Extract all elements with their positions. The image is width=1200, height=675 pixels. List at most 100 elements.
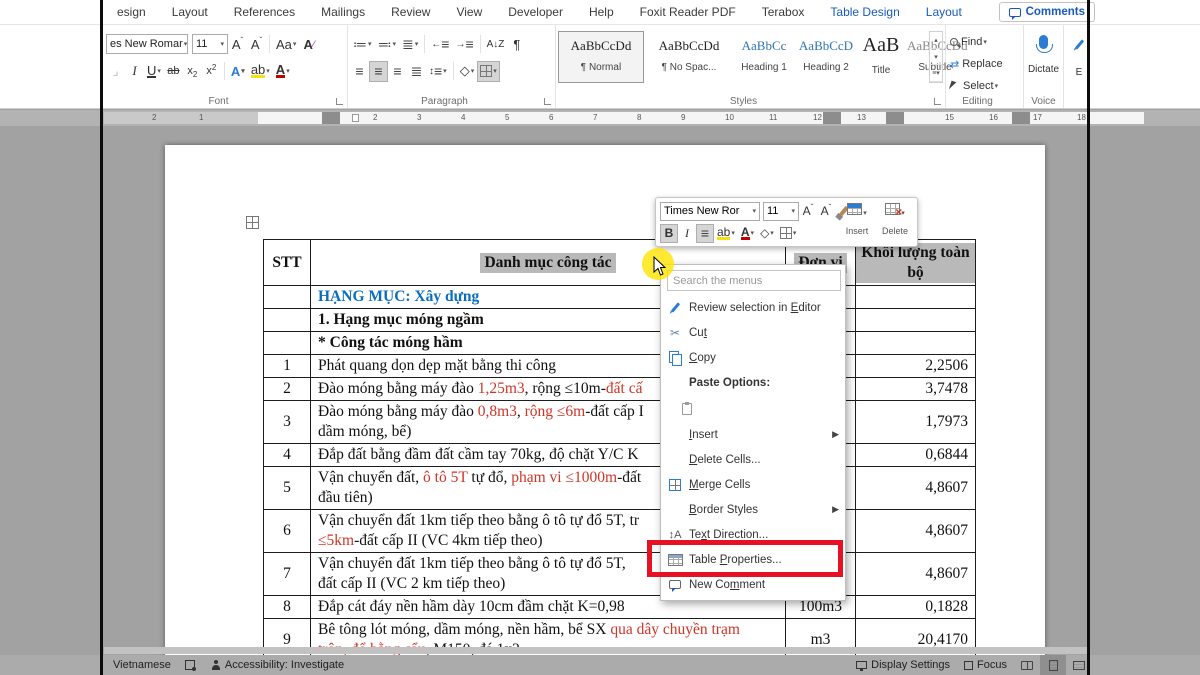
- justify-button[interactable]: ≣: [407, 61, 426, 82]
- mini-shrink-font-button[interactable]: Aˇ: [817, 202, 835, 221]
- quantity-cell[interactable]: [856, 332, 976, 355]
- quantity-cell[interactable]: [856, 286, 976, 309]
- quantity-table[interactable]: STTDanh mục công tácĐơn vịKhối lượng toà…: [263, 239, 976, 655]
- shrink-font-button[interactable]: Aˇ: [247, 34, 266, 55]
- focus-button[interactable]: Focus: [957, 655, 1014, 675]
- numbering-button[interactable]: ≕▾: [375, 34, 400, 55]
- styles-gallery-scroll[interactable]: ▴▾≡▾: [929, 31, 943, 83]
- menu-item-border-styles[interactable]: Border Styles▶: [661, 497, 845, 522]
- quantity-cell[interactable]: 1,7973: [856, 401, 976, 444]
- paragraph-marks-button[interactable]: ¶: [507, 34, 526, 55]
- style-card-heading-1[interactable]: AaBbCcHeading 1: [734, 31, 794, 83]
- align-center-button[interactable]: ≡: [369, 61, 388, 82]
- text-highlight-button[interactable]: ab▾: [248, 61, 273, 82]
- menu-search-input[interactable]: [667, 270, 841, 291]
- ribbon-tab-terabox[interactable]: Terabox: [749, 0, 818, 25]
- mini-highlight-button[interactable]: ab▾: [714, 224, 738, 243]
- find-button[interactable]: Find▾: [946, 31, 1023, 53]
- stt-cell[interactable]: 1: [264, 355, 311, 378]
- font-name-combo[interactable]: es New Romar▾: [106, 34, 188, 54]
- quantity-cell[interactable]: 4,8607: [856, 467, 976, 510]
- document-area[interactable]: STTDanh mục công tácĐơn vịKhối lượng toà…: [0, 126, 1200, 655]
- ribbon-tab-review[interactable]: Review: [378, 0, 443, 25]
- quantity-cell[interactable]: 3,7478: [856, 378, 976, 401]
- ruler-indent-marker[interactable]: [352, 114, 359, 122]
- ribbon-tab-help[interactable]: Help: [576, 0, 627, 25]
- horizontal-ruler[interactable]: 21234567891011121315161718: [104, 112, 1088, 124]
- mini-italic-button[interactable]: I: [678, 224, 696, 243]
- style-card-title[interactable]: AaBTitle: [858, 31, 904, 83]
- quantity-cell[interactable]: 0,6844: [856, 444, 976, 467]
- underline-button[interactable]: U▾: [144, 61, 164, 82]
- ribbon-tab-esign[interactable]: esign: [104, 0, 159, 25]
- mini-font-color-button[interactable]: A▾: [738, 224, 757, 243]
- style-card-heading-2[interactable]: AaBbCcDHeading 2: [796, 31, 856, 83]
- align-right-button[interactable]: ≡: [388, 61, 407, 82]
- menu-item-review-selection-in-editor[interactable]: Review selection in Editor: [661, 295, 845, 320]
- horizontal-scrollbar[interactable]: [104, 647, 1088, 654]
- increase-indent-button[interactable]: →≡: [452, 34, 476, 55]
- stt-cell[interactable]: 7: [264, 553, 311, 596]
- menu-item-new-comment[interactable]: New Comment: [661, 572, 845, 597]
- ruler-column-marker[interactable]: [886, 112, 904, 124]
- display-settings-button[interactable]: Display Settings: [849, 655, 957, 675]
- borders-button[interactable]: ▾: [477, 61, 500, 82]
- clear-formatting-button[interactable]: A⁄: [299, 34, 318, 55]
- stt-cell[interactable]: 5: [264, 467, 311, 510]
- stt-cell[interactable]: 3: [264, 401, 311, 444]
- menu-item-copy[interactable]: Copy: [661, 345, 845, 370]
- ribbon-tab-developer[interactable]: Developer: [495, 0, 576, 25]
- sort-button[interactable]: A↓Z: [484, 34, 508, 55]
- mini-grow-font-button[interactable]: Aˆ: [799, 202, 817, 221]
- line-spacing-button[interactable]: ↕≡▾: [426, 61, 450, 82]
- stt-cell[interactable]: [264, 286, 311, 309]
- mini-bold-button[interactable]: B: [660, 224, 678, 243]
- grow-font-button[interactable]: Aˆ: [228, 34, 247, 55]
- font-size-combo[interactable]: 11▾: [192, 34, 228, 54]
- menu-item-insert[interactable]: Insert▶: [661, 422, 845, 447]
- menu-item-cut[interactable]: ✂Cut: [661, 320, 845, 345]
- macro-record-button[interactable]: [178, 655, 204, 675]
- ribbon-tab-table-design[interactable]: Table Design: [817, 0, 912, 25]
- table-move-handle[interactable]: [246, 216, 259, 229]
- stt-cell[interactable]: 4: [264, 444, 311, 467]
- stt-cell[interactable]: [264, 309, 311, 332]
- bullets-button[interactable]: ≔▾: [350, 34, 375, 55]
- ribbon-tab-layout[interactable]: Layout: [159, 0, 221, 25]
- menu-item-text-direction[interactable]: ↕AText Direction...: [661, 522, 845, 547]
- mini-borders-button[interactable]: ▾: [777, 224, 800, 243]
- quantity-cell[interactable]: 4,8607: [856, 553, 976, 596]
- ribbon-tab-mailings[interactable]: Mailings: [308, 0, 378, 25]
- styles-dialog-launcher[interactable]: [934, 98, 941, 105]
- stt-cell[interactable]: 6: [264, 510, 311, 553]
- dictate-button[interactable]: Dictate: [1024, 35, 1063, 75]
- quantity-cell[interactable]: [856, 309, 976, 332]
- paragraph-dialog-launcher[interactable]: [544, 98, 551, 105]
- stt-cell[interactable]: 8: [264, 596, 311, 619]
- stt-cell[interactable]: 2: [264, 378, 311, 401]
- font-color-button[interactable]: A▾: [273, 61, 293, 82]
- ribbon-tab-view[interactable]: View: [443, 0, 495, 25]
- italic-button[interactable]: I: [125, 61, 144, 82]
- change-case-button[interactable]: Aa▾: [273, 34, 299, 55]
- text-effects-button[interactable]: A▾: [228, 61, 248, 82]
- mini-font-name-combo[interactable]: Times New Ror▾: [660, 202, 760, 221]
- quantity-cell[interactable]: 4,8607: [856, 510, 976, 553]
- subscript-button[interactable]: x2: [183, 61, 202, 82]
- ruler-column-marker[interactable]: [823, 112, 841, 124]
- mini-delete-button[interactable]: ▾ Delete: [877, 202, 913, 236]
- select-button[interactable]: Select▾: [946, 75, 1023, 97]
- decrease-indent-button[interactable]: ←≡: [428, 34, 452, 55]
- read-mode-button[interactable]: [1014, 655, 1040, 675]
- multilevel-list-button[interactable]: ≣▾: [399, 34, 421, 55]
- ribbon-tab-layout[interactable]: Layout: [913, 0, 975, 25]
- menu-item-paste-options[interactable]: Paste Options:: [661, 370, 845, 395]
- quantity-cell[interactable]: 0,1828: [856, 596, 976, 619]
- menu-item-clipboard[interactable]: [661, 395, 845, 422]
- strikethrough-button[interactable]: ab: [164, 61, 183, 82]
- accessibility-status[interactable]: Accessibility: Investigate: [204, 655, 351, 675]
- stt-cell[interactable]: [264, 332, 311, 355]
- menu-item-merge-cells[interactable]: Merge Cells: [661, 472, 845, 497]
- print-layout-button[interactable]: [1040, 655, 1066, 675]
- style-card--normal[interactable]: AaBbCcDd¶ Normal: [558, 31, 644, 83]
